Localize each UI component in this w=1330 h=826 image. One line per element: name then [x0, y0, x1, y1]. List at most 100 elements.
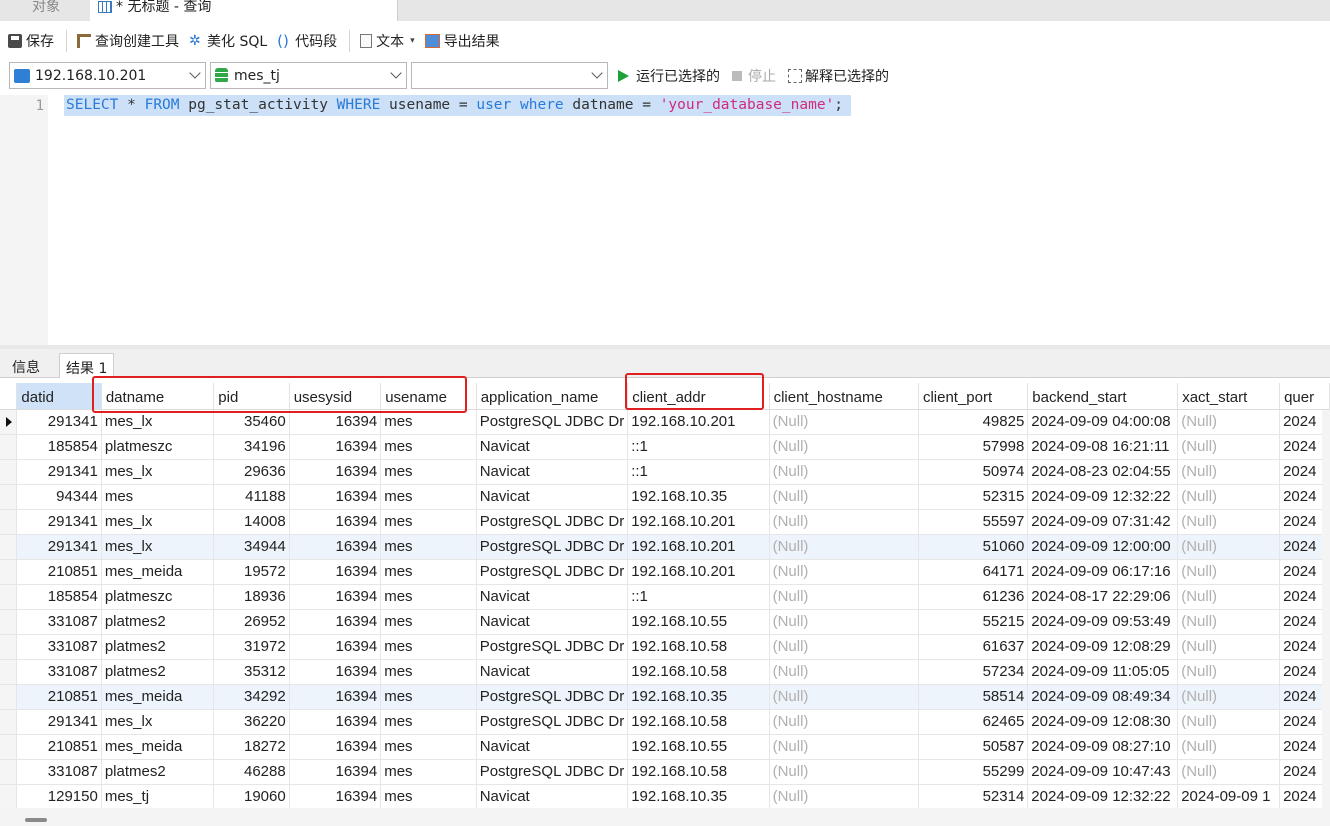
cell-xact-start[interactable]: (Null) — [1177, 759, 1281, 785]
cell-client-hostname[interactable]: (Null) — [769, 659, 919, 685]
cell-usesysid[interactable]: 16394 — [289, 634, 382, 660]
cell-backend-start[interactable]: 2024-09-09 12:08:29 — [1027, 634, 1179, 660]
cell-backend-start[interactable]: 2024-09-09 08:49:34 — [1027, 684, 1179, 710]
cell-usename[interactable]: mes — [380, 609, 477, 635]
cell-usesysid[interactable]: 16394 — [289, 559, 382, 585]
cell-xact-start[interactable]: (Null) — [1177, 509, 1281, 535]
cell-usename[interactable]: mes — [380, 434, 477, 460]
export-result-button[interactable]: 导出结果 — [424, 31, 500, 51]
cell-client-port[interactable]: 52314 — [918, 784, 1029, 808]
row-indicator[interactable] — [0, 484, 18, 510]
cell-pid[interactable]: 19572 — [213, 559, 290, 585]
cell-client-port[interactable]: 55597 — [918, 509, 1029, 535]
row-indicator[interactable] — [0, 684, 18, 710]
cell-application-name[interactable]: PostgreSQL JDBC Dr — [476, 709, 629, 735]
cell-client-hostname[interactable]: (Null) — [769, 609, 919, 635]
table-row[interactable]: 185854 platmeszc 34196 16394 mes Navicat::1 (N… — [0, 434, 1330, 460]
cell-xact-start[interactable]: (Null) — [1177, 684, 1281, 710]
vertical-scrollbar[interactable] — [1322, 410, 1330, 808]
column-header-client-port[interactable]: client_port — [918, 383, 1029, 410]
cell-client-hostname[interactable]: (Null) — [769, 434, 919, 460]
cell-datname[interactable]: mes — [101, 484, 215, 510]
table-row[interactable]: 331087 platmes2 31972 16394 mes PostgreSQL JD… — [0, 634, 1330, 660]
cell-datid[interactable]: 331087 — [16, 609, 102, 635]
row-indicator[interactable] — [0, 409, 18, 435]
cell-client-addr[interactable]: 192.168.10.201 — [627, 409, 770, 435]
cell-backend-start[interactable]: 2024-09-09 06:17:16 — [1027, 559, 1179, 585]
cell-client-port[interactable]: 64171 — [918, 559, 1029, 585]
save-button[interactable]: 保存 — [8, 31, 54, 51]
cell-client-addr[interactable]: 192.168.10.201 — [627, 559, 770, 585]
cell-backend-start[interactable]: 2024-08-23 02:04:55 — [1027, 459, 1179, 485]
cell-client-port[interactable]: 55299 — [918, 759, 1029, 785]
cell-client-hostname[interactable]: (Null) — [769, 559, 919, 585]
cell-client-addr[interactable]: 192.168.10.35 — [627, 784, 770, 808]
row-indicator[interactable] — [0, 534, 18, 560]
cell-usesysid[interactable]: 16394 — [289, 459, 382, 485]
cell-client-addr[interactable]: ::1 — [627, 584, 770, 610]
cell-backend-start[interactable]: 2024-09-09 12:08:30 — [1027, 709, 1179, 735]
cell-datname[interactable]: platmes2 — [101, 609, 215, 635]
cell-backend-start[interactable]: 2024-09-09 04:00:08 — [1027, 409, 1179, 435]
cell-pid[interactable]: 34196 — [213, 434, 290, 460]
cell-client-addr[interactable]: 192.168.10.55 — [627, 609, 770, 635]
cell-usename[interactable]: mes — [380, 684, 477, 710]
tab-info[interactable]: 信息 — [6, 353, 46, 378]
table-row[interactable]: 291341 mes_lx 36220 16394 mes PostgreSQL JDBC… — [0, 709, 1330, 735]
cell-application-name[interactable]: PostgreSQL JDBC Dr — [476, 559, 629, 585]
table-row[interactable]: 185854 platmeszc 18936 16394 mes Navicat::1 (N… — [0, 584, 1330, 610]
table-row[interactable]: 331087 platmes2 46288 16394 mes PostgreSQL JD… — [0, 759, 1330, 785]
cell-datid[interactable]: 291341 — [16, 459, 102, 485]
cell-client-port[interactable]: 57998 — [918, 434, 1029, 460]
row-indicator[interactable] — [0, 659, 18, 685]
cell-usesysid[interactable]: 16394 — [289, 684, 382, 710]
cell-usename[interactable]: mes — [380, 534, 477, 560]
cell-usesysid[interactable]: 16394 — [289, 434, 382, 460]
cell-usesysid[interactable]: 16394 — [289, 734, 382, 760]
cell-usesysid[interactable]: 16394 — [289, 784, 382, 808]
row-indicator[interactable] — [0, 509, 18, 535]
cell-application-name[interactable]: Navicat — [476, 659, 629, 685]
cell-client-port[interactable]: 51060 — [918, 534, 1029, 560]
cell-backend-start[interactable]: 2024-09-09 07:31:42 — [1027, 509, 1179, 535]
cell-client-addr[interactable]: 192.168.10.55 — [627, 734, 770, 760]
column-header-pid[interactable]: pid — [213, 383, 290, 410]
cell-client-addr[interactable]: 192.168.10.201 — [627, 534, 770, 560]
cell-datid[interactable]: 129150 — [16, 784, 102, 808]
cell-usesysid[interactable]: 16394 — [289, 609, 382, 635]
cell-pid[interactable]: 46288 — [213, 759, 290, 785]
row-indicator[interactable] — [0, 584, 18, 610]
column-header-xact-start[interactable]: xact_start — [1177, 383, 1281, 410]
cell-xact-start[interactable]: (Null) — [1177, 434, 1281, 460]
cell-client-port[interactable]: 61236 — [918, 584, 1029, 610]
cell-xact-start[interactable]: (Null) — [1177, 659, 1281, 685]
beautify-sql-button[interactable]: ✲ 美化 SQL — [189, 31, 267, 51]
cell-datname[interactable]: mes_meida — [101, 734, 215, 760]
cell-datid[interactable]: 291341 — [16, 509, 102, 535]
column-header-datid[interactable]: datid — [16, 383, 102, 410]
table-row[interactable]: 210851 mes_meida 34292 16394 mes PostgreSQL J… — [0, 684, 1330, 710]
tab-objects[interactable]: 对象 — [0, 0, 90, 21]
row-indicator[interactable] — [0, 434, 18, 460]
cell-client-hostname[interactable]: (Null) — [769, 634, 919, 660]
cell-client-port[interactable]: 58514 — [918, 684, 1029, 710]
cell-datname[interactable]: mes_lx — [101, 534, 215, 560]
cell-pid[interactable]: 35312 — [213, 659, 290, 685]
cell-usename[interactable]: mes — [380, 759, 477, 785]
cell-pid[interactable]: 19060 — [213, 784, 290, 808]
cell-backend-start[interactable]: 2024-09-09 08:27:10 — [1027, 734, 1179, 760]
cell-backend-start[interactable]: 2024-09-08 16:21:11 — [1027, 434, 1179, 460]
cell-datid[interactable]: 185854 — [16, 584, 102, 610]
row-indicator[interactable] — [0, 459, 18, 485]
cell-usename[interactable]: mes — [380, 459, 477, 485]
table-row[interactable]: 94344 mes 41188 16394 mes Navicat 192.168.10.3… — [0, 484, 1330, 510]
cell-usesysid[interactable]: 16394 — [289, 659, 382, 685]
text-button[interactable]: 文本 ▾ — [360, 31, 415, 51]
cell-application-name[interactable]: Navicat — [476, 609, 629, 635]
cell-client-hostname[interactable]: (Null) — [769, 684, 919, 710]
cell-client-hostname[interactable]: (Null) — [769, 784, 919, 808]
cell-client-port[interactable]: 49825 — [918, 409, 1029, 435]
cell-usename[interactable]: mes — [380, 484, 477, 510]
cell-datname[interactable]: mes_lx — [101, 409, 215, 435]
column-header-backend-start[interactable]: backend_start — [1027, 383, 1179, 410]
